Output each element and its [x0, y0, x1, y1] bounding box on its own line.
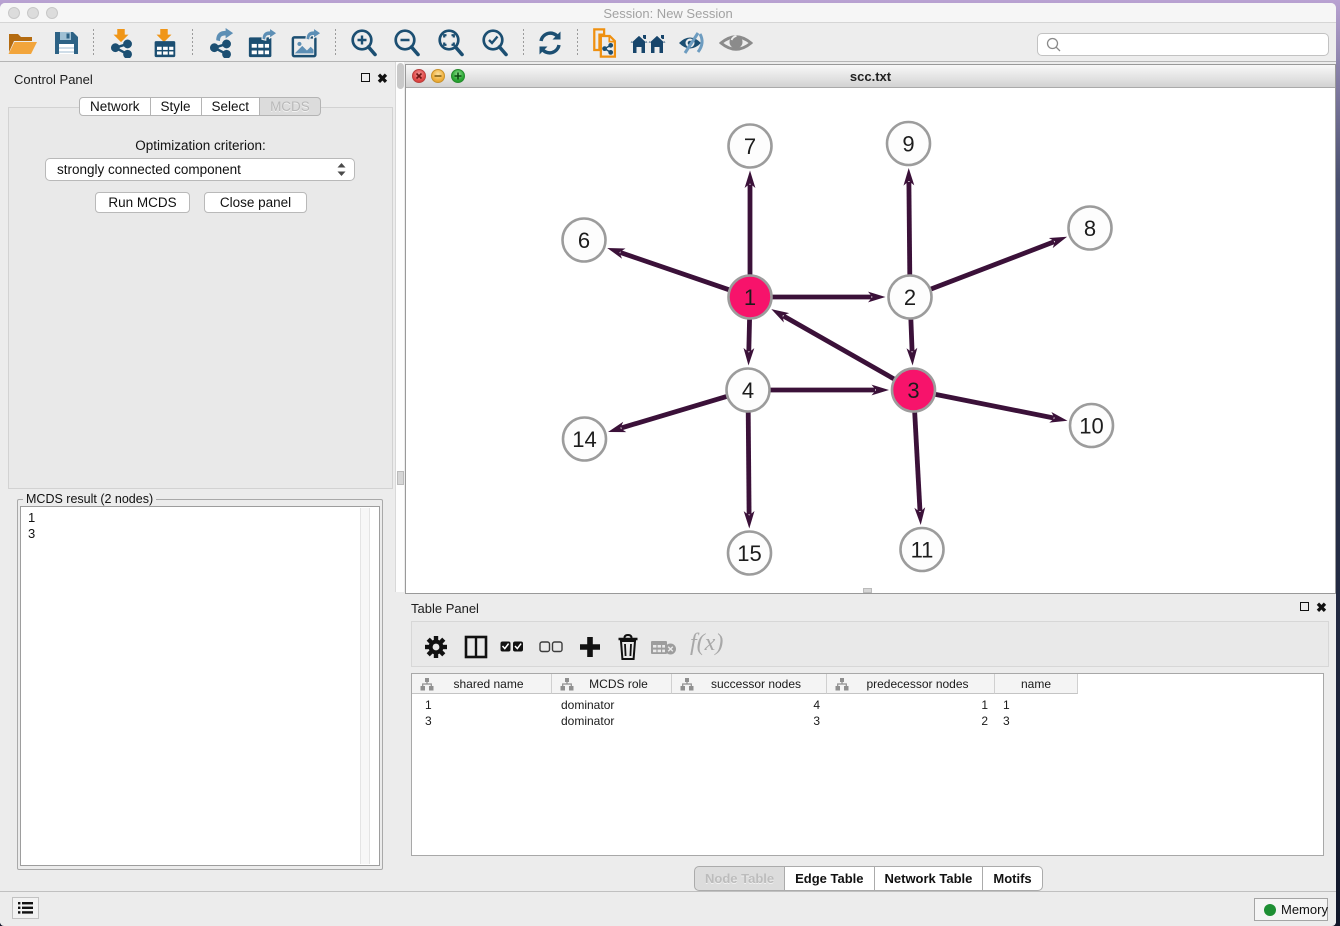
svg-text:14: 14 — [572, 427, 596, 452]
svg-text:11: 11 — [911, 538, 934, 563]
svg-text:10: 10 — [1079, 414, 1103, 439]
svg-text:1: 1 — [744, 285, 756, 310]
svg-text:4: 4 — [742, 378, 754, 403]
svg-text:9: 9 — [902, 132, 914, 157]
svg-text:15: 15 — [737, 541, 761, 566]
svg-text:2: 2 — [904, 285, 916, 310]
svg-text:8: 8 — [1084, 216, 1096, 241]
svg-text:3: 3 — [907, 378, 919, 403]
svg-text:7: 7 — [744, 134, 756, 159]
svg-text:6: 6 — [578, 228, 590, 253]
